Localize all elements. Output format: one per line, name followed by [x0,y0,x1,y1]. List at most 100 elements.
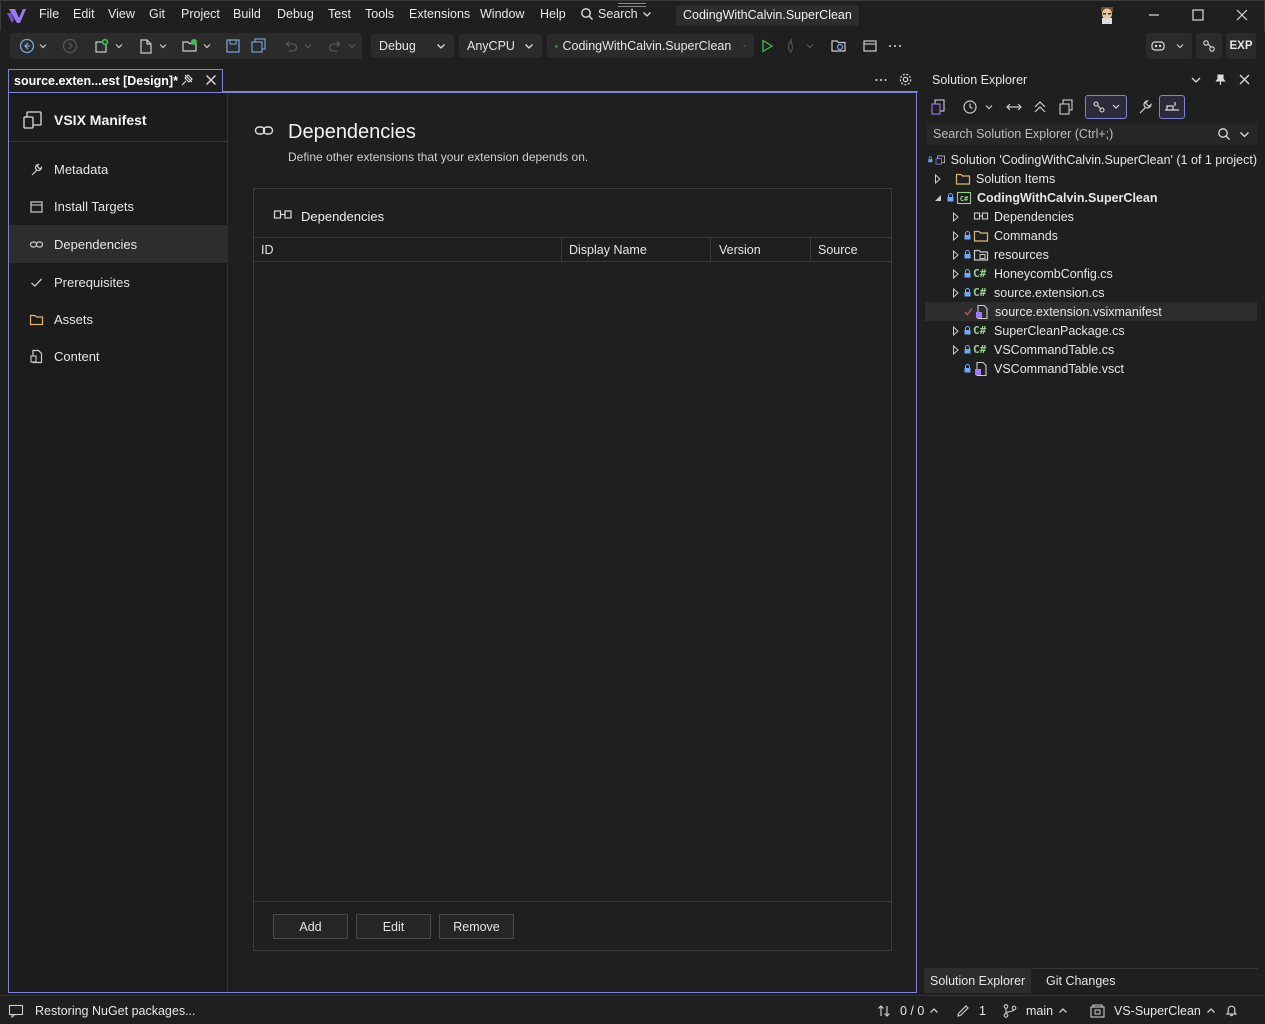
sync-status-button[interactable]: 0 / 0 [876,1003,939,1019]
tree-item-source-extension-cs[interactable]: C# source.extension.cs [925,283,1257,302]
expand-arrow-icon[interactable] [951,287,961,298]
tree-item-honeycombconfig-cs[interactable]: C# HoneycombConfig.cs [925,264,1257,283]
avatar[interactable] [1099,6,1115,24]
filter-toggle-button[interactable] [1085,95,1127,119]
show-all-files-button[interactable] [1056,97,1076,117]
back-dropdown-button[interactable] [38,36,50,56]
nav-item-metadata[interactable]: Metadata [9,150,228,188]
tree-item-dependencies[interactable]: Dependencies [925,207,1257,226]
repository-button[interactable]: VS-SuperClean [1089,1003,1216,1019]
undo-button[interactable] [281,36,301,56]
expand-arrow-icon[interactable] [951,249,961,260]
tree-item-vscommandtable-cs[interactable]: C# VSCommandTable.cs [925,340,1257,359]
navigate-back-button[interactable] [17,36,37,56]
menu-build[interactable]: Build [233,7,261,21]
pin-tab-button[interactable] [180,73,194,87]
expand-arrow-icon[interactable] [951,325,961,336]
menu-tools[interactable]: Tools [365,7,394,21]
notifications-button[interactable] [1224,1003,1239,1018]
column-separator[interactable] [710,238,711,261]
nav-item-dependencies[interactable]: Dependencies [9,225,228,263]
minimize-button[interactable] [1145,6,1163,24]
redo-dropdown[interactable] [347,36,359,56]
open-file-button[interactable] [180,36,200,56]
menu-debug[interactable]: Debug [277,7,314,21]
save-button[interactable] [223,36,243,56]
find-in-files-button[interactable] [829,36,849,56]
tree-item-solution[interactable]: Solution 'CodingWithCalvin.SuperClean' (… [925,150,1257,169]
menu-extensions[interactable]: Extensions [409,7,470,21]
properties-button[interactable] [1136,97,1156,117]
menu-test[interactable]: Test [328,7,351,21]
copilot-button[interactable] [1148,36,1168,56]
tab-git-changes[interactable]: Git Changes [1040,968,1121,993]
tree-item-commands[interactable]: Commands [925,226,1257,245]
add-button[interactable]: Add [273,914,348,939]
solution-configuration-dropdown[interactable]: Debug [371,34,454,58]
sync-with-active-document-button[interactable] [1004,97,1024,117]
nav-item-prerequisites[interactable]: Prerequisites [9,263,228,301]
expand-arrow-icon[interactable] [951,230,961,241]
close-window-button[interactable] [1233,6,1251,24]
collapse-arrow-icon[interactable] [933,193,943,203]
pending-changes-button[interactable]: 1 [955,1003,986,1019]
visual-studio-logo-icon[interactable] [6,5,28,27]
menu-edit[interactable]: Edit [73,7,95,21]
pending-changes-dropdown[interactable] [984,97,996,117]
open-file-dropdown[interactable] [202,36,214,56]
live-share-button[interactable] [1199,36,1219,56]
remove-button[interactable]: Remove [439,914,514,939]
column-header-source[interactable]: Source [818,243,858,257]
dependencies-grid-body[interactable] [254,262,891,900]
search-options-chevron-down-icon[interactable] [1239,129,1250,140]
hot-reload-dropdown[interactable] [805,36,817,56]
tab-settings-button[interactable] [898,72,913,87]
tree-item-resources[interactable]: resources [925,245,1257,264]
expand-arrow-icon[interactable] [951,268,961,279]
new-file-button[interactable] [136,36,156,56]
menu-project[interactable]: Project [181,7,220,21]
tab-overflow-button[interactable] [873,73,889,87]
tab-solution-explorer[interactable]: Solution Explorer [924,968,1032,993]
copilot-dropdown[interactable] [1175,36,1187,56]
column-header-id[interactable]: ID [261,243,274,257]
toolbar-overflow-button[interactable] [885,36,905,56]
tree-item-source-extension-vsixmanifest[interactable]: source.extension.vsixmanifest [925,302,1257,321]
save-all-button[interactable] [249,36,269,56]
menu-window[interactable]: Window [480,7,524,21]
redo-button[interactable] [325,36,345,56]
nav-item-content[interactable]: Content [9,337,228,375]
tree-item-solution-items[interactable]: Solution Items [925,169,1257,188]
maximize-button[interactable] [1189,6,1207,24]
switch-views-button[interactable] [929,97,949,117]
column-header-display-name[interactable]: Display Name [569,243,647,257]
experimental-instance-badge[interactable]: EXP [1226,33,1256,59]
undo-dropdown[interactable] [303,36,315,56]
browser-link-button[interactable] [860,36,880,56]
branch-button[interactable]: main [1002,1003,1068,1019]
expand-arrow-icon[interactable] [933,173,943,184]
search-button[interactable]: Search [580,7,652,21]
close-panel-button[interactable] [1238,73,1251,86]
nav-item-install-targets[interactable]: Install Targets [9,187,228,225]
column-separator[interactable] [810,238,811,261]
menu-help[interactable]: Help [540,7,566,21]
nav-item-assets[interactable]: Assets [9,300,228,338]
new-file-dropdown[interactable] [158,36,170,56]
window-position-button[interactable] [1190,74,1202,86]
preview-selected-items-button[interactable] [1159,95,1185,119]
column-separator[interactable] [561,238,562,261]
tree-item-supercleanpackage-cs[interactable]: C# SuperCleanPackage.cs [925,321,1257,340]
menu-file[interactable]: File [39,7,59,21]
search-icon[interactable] [1217,127,1231,141]
tree-item-project[interactable]: C# CodingWithCalvin.SuperClean [925,188,1257,207]
expand-arrow-icon[interactable] [951,344,961,355]
navigate-forward-button[interactable] [60,36,80,56]
edit-button[interactable]: Edit [356,914,431,939]
pending-changes-filter-button[interactable] [960,97,980,117]
close-tab-button[interactable] [204,73,218,87]
column-header-version[interactable]: Version [719,243,761,257]
auto-hide-button[interactable] [1214,73,1227,86]
solution-platform-dropdown[interactable]: AnyCPU [459,34,542,58]
new-project-button[interactable] [92,36,112,56]
